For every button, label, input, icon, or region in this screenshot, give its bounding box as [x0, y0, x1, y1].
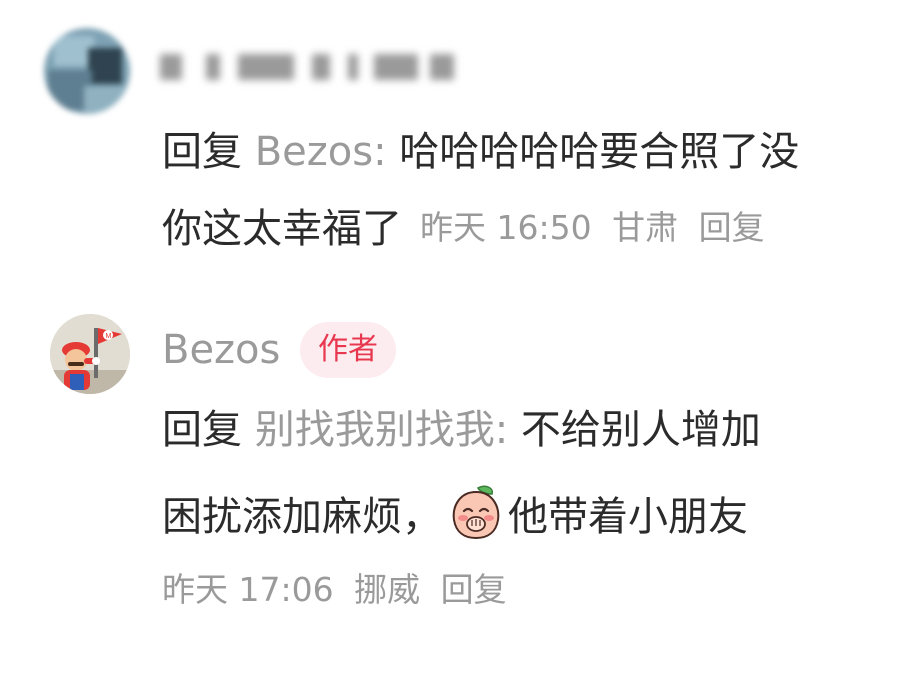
reply-prefix: 回复 [162, 129, 242, 175]
author-name[interactable]: Bezos [162, 326, 280, 374]
comment-text[interactable]: 回复 Bezos: 哈哈哈哈哈要合照了没 [162, 128, 799, 176]
comment-location: 挪威 [354, 570, 421, 609]
comment-text-line2-end: 他带着小朋友 [508, 494, 748, 540]
author-name-blurred[interactable] [160, 48, 460, 88]
author-badge: 作者 [300, 322, 396, 378]
comment-text[interactable]: 回复 别找我别找我: 不给别人增加 [162, 406, 761, 454]
reply-target-name[interactable]: 别找我别找我: [255, 407, 508, 453]
reply-button[interactable]: 回复 [441, 570, 507, 609]
comment-text-line2-start: 困扰添加麻烦， [162, 494, 442, 540]
comment-meta: 昨天 17:06 挪威 回复 [162, 570, 517, 610]
mario-avatar-icon: M [50, 314, 130, 394]
comment-item: 回复 Bezos: 哈哈哈哈哈要合照了没 你这太幸福了 昨天 16:50 甘肃 … [0, 0, 921, 270]
avatar[interactable]: M [50, 314, 130, 394]
comment-text-line1: 哈哈哈哈哈要合照了没 [399, 129, 800, 175]
reply-prefix: 回复 [162, 407, 242, 453]
blushing-peach-emoji-icon [448, 484, 504, 540]
comment-meta: 昨天 16:50 甘肃 回复 [420, 204, 775, 252]
comment-text-continued[interactable]: 困扰添加麻烦， 他带着小朋友 [162, 484, 748, 541]
comment-text-continued[interactable]: 你这太幸福了 昨天 16:50 甘肃 回复 [162, 204, 775, 253]
reply-button[interactable]: 回复 [699, 208, 765, 247]
comment-text-line1: 不给别人增加 [520, 407, 761, 453]
comment-location: 甘肃 [612, 208, 679, 247]
avatar[interactable] [44, 28, 130, 114]
reply-target-name[interactable]: Bezos: [255, 129, 387, 175]
comment-time: 昨天 17:06 [162, 570, 334, 609]
comment-text-line2: 你这太幸福了 [162, 206, 402, 252]
comment-time: 昨天 16:50 [420, 208, 592, 247]
comment-item: M Bezos 作者 回复 别找我别找我: 不给别人增加 困扰添加麻烦， 他带着… [0, 270, 921, 675]
svg-text:M: M [106, 333, 112, 340]
